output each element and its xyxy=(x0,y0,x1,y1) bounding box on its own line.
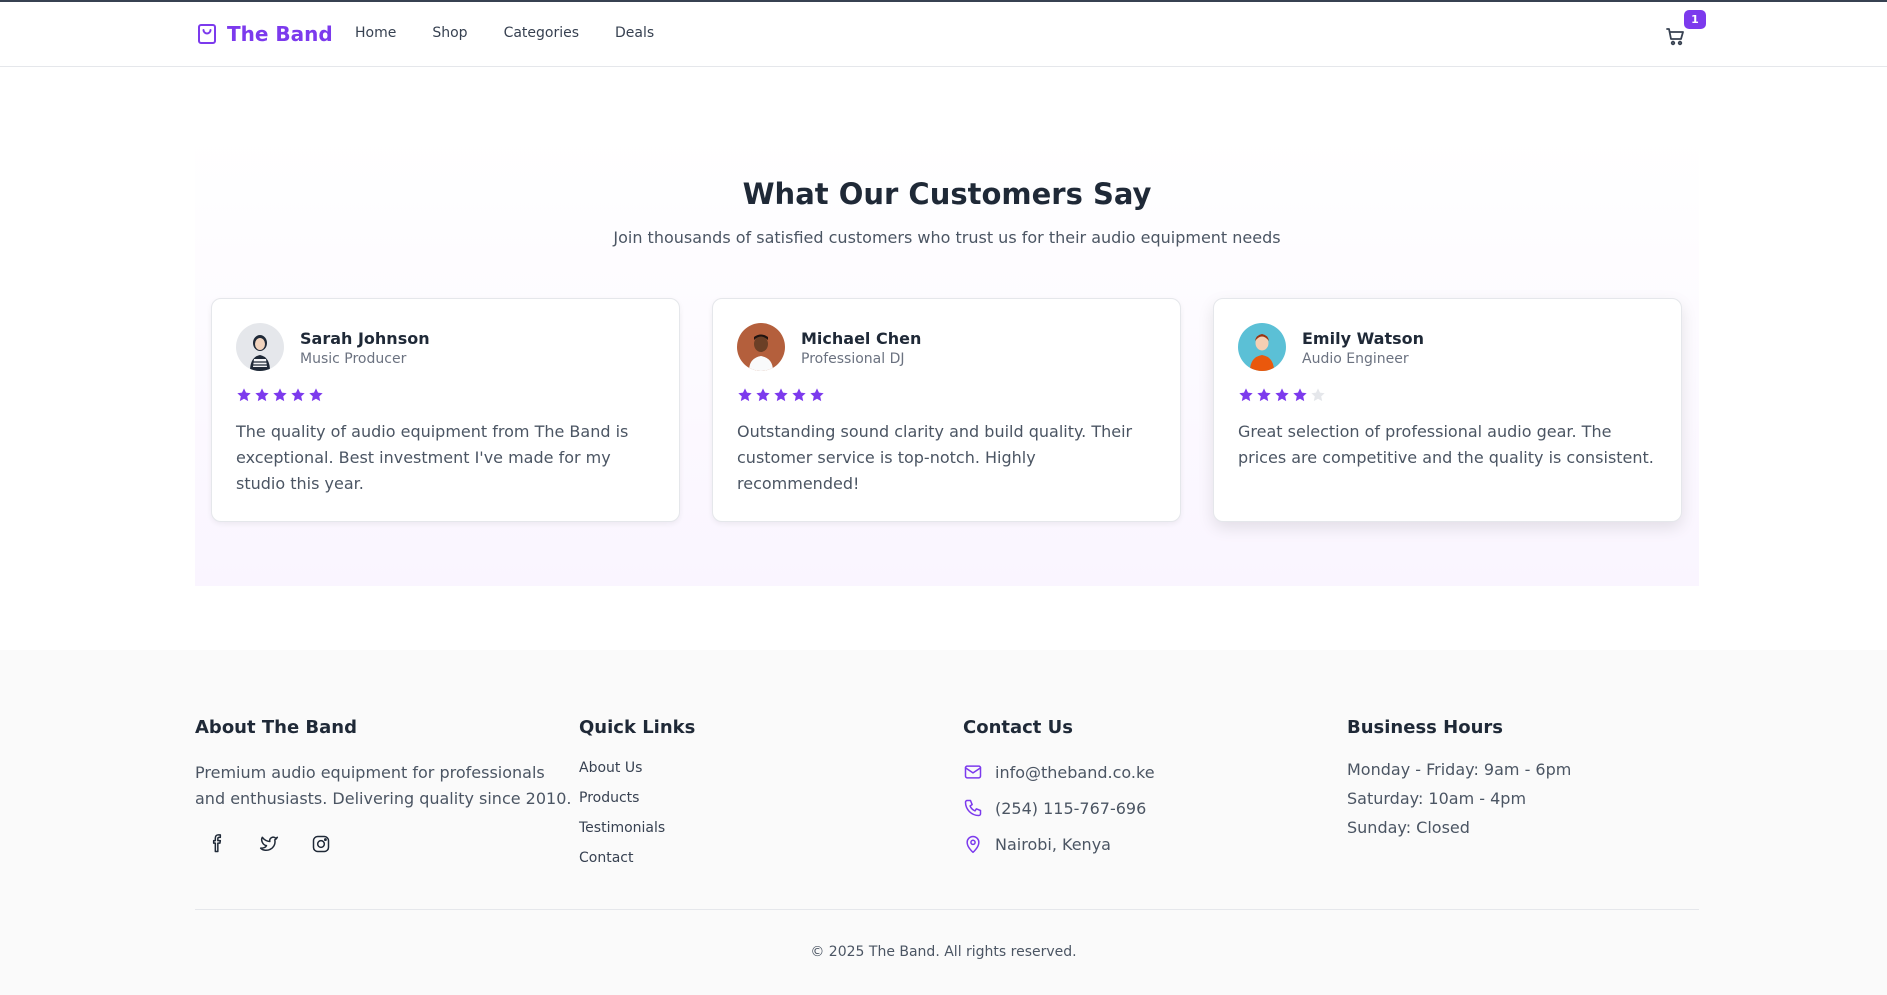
footer-hours: Business Hours Monday - Friday: 9am - 6p… xyxy=(1347,717,1571,847)
nav-categories[interactable]: Categories xyxy=(504,25,579,41)
hours-sunday: Sunday: Closed xyxy=(1347,818,1470,837)
nav-home[interactable]: Home xyxy=(355,25,396,41)
customer-name: Sarah Johnson xyxy=(300,329,430,348)
star-filled-icon xyxy=(810,388,824,402)
contact-location: Nairobi, Kenya xyxy=(963,832,1155,856)
avatar xyxy=(1238,323,1286,371)
link-products[interactable]: Products xyxy=(579,790,695,806)
customer-role: Music Producer xyxy=(300,351,407,367)
star-filled-icon xyxy=(1293,388,1307,402)
rating-stars xyxy=(236,387,324,403)
contact-phone[interactable]: (254) 115-767-696 xyxy=(963,796,1155,820)
copyright-text: © 2025 The Band. All rights reserved. xyxy=(810,944,1077,960)
social-links xyxy=(195,834,575,854)
star-filled-icon xyxy=(273,388,287,402)
contact-email[interactable]: info@theband.co.ke xyxy=(963,760,1155,784)
section-subtitle: Join thousands of satisfied customers wh… xyxy=(613,228,1281,247)
footer-contact: Contact Us info@theband.co.ke (254) 115-… xyxy=(963,717,1155,868)
facebook-icon[interactable] xyxy=(207,834,227,854)
footer-about-text: Premium audio equipment for professional… xyxy=(195,763,572,808)
footer-about-title: About The Band xyxy=(195,717,357,738)
instagram-icon[interactable] xyxy=(311,834,331,854)
hours-weekdays: Monday - Friday: 9am - 6pm xyxy=(1347,760,1572,779)
section-title: What Our Customers Say xyxy=(742,177,1152,211)
customer-role: Audio Engineer xyxy=(1302,351,1409,367)
avatar xyxy=(737,323,785,371)
site-footer: About The Band Premium audio equipment f… xyxy=(0,650,1887,995)
footer-hours-title: Business Hours xyxy=(1347,717,1503,738)
avatar xyxy=(236,323,284,371)
star-filled-icon xyxy=(237,388,251,402)
main-nav: Home Shop Categories Deals xyxy=(355,25,654,41)
testimonial-card: Michael Chen Professional DJ Outstanding… xyxy=(712,298,1181,522)
link-contact[interactable]: Contact xyxy=(579,850,695,866)
cart-icon[interactable] xyxy=(1664,24,1688,48)
footer-about: About The Band Premium audio equipment f… xyxy=(195,717,575,854)
hours-saturday: Saturday: 10am - 4pm xyxy=(1347,789,1527,808)
star-filled-icon xyxy=(291,388,305,402)
nav-shop[interactable]: Shop xyxy=(432,25,467,41)
testimonial-card: Emily Watson Audio Engineer Great select… xyxy=(1213,298,1682,522)
star-filled-icon xyxy=(792,388,806,402)
customer-role: Professional DJ xyxy=(801,351,905,367)
testimonial-card: Sarah Johnson Music Producer The quality… xyxy=(211,298,680,522)
top-navbar: The Band Home Shop Categories Deals 1 xyxy=(0,0,1887,67)
link-testimonials[interactable]: Testimonials xyxy=(579,820,695,836)
testimonials-section: What Our Customers Say Join thousands of… xyxy=(195,135,1699,586)
customer-name: Michael Chen xyxy=(801,329,922,348)
brand-logo[interactable]: The Band xyxy=(195,22,333,46)
footer-quick-links: Quick Links About Us Products Testimonia… xyxy=(579,717,695,880)
rating-stars xyxy=(737,387,825,403)
testimonial-text: Outstanding sound clarity and build qual… xyxy=(737,422,1133,493)
shopping-bag-icon xyxy=(198,24,216,44)
nav-deals[interactable]: Deals xyxy=(615,25,654,41)
brand-name: The Band xyxy=(227,22,333,46)
hours-list: Monday - Friday: 9am - 6pm Saturday: 10a… xyxy=(1347,760,1571,837)
rating-stars xyxy=(1238,387,1326,403)
star-filled-icon xyxy=(756,388,770,402)
star-filled-icon xyxy=(774,388,788,402)
star-filled-icon xyxy=(1257,388,1271,402)
footer-divider xyxy=(195,909,1699,910)
mail-icon xyxy=(964,765,982,779)
cart-count-badge: 1 xyxy=(1684,10,1706,29)
star-filled-icon xyxy=(255,388,269,402)
contact-location-text: Nairobi, Kenya xyxy=(995,834,1111,854)
link-about-us[interactable]: About Us xyxy=(579,760,695,776)
footer-links-title: Quick Links xyxy=(579,717,696,738)
footer-contact-title: Contact Us xyxy=(963,717,1074,738)
contact-email-text: info@theband.co.ke xyxy=(995,762,1155,782)
contact-phone-text: (254) 115-767-696 xyxy=(995,798,1147,818)
phone-icon xyxy=(964,799,982,817)
testimonial-text: The quality of audio equipment from The … xyxy=(236,422,629,493)
customer-name: Emily Watson xyxy=(1302,329,1424,348)
star-filled-icon xyxy=(1239,388,1253,402)
star-filled-icon xyxy=(738,388,752,402)
star-empty-icon xyxy=(1311,388,1325,402)
star-filled-icon xyxy=(309,388,323,402)
twitter-icon[interactable] xyxy=(259,834,279,854)
map-pin-icon xyxy=(966,835,980,854)
testimonial-text: Great selection of professional audio ge… xyxy=(1238,422,1654,467)
quick-links-list: About Us Products Testimonials Contact xyxy=(579,760,695,866)
star-filled-icon xyxy=(1275,388,1289,402)
